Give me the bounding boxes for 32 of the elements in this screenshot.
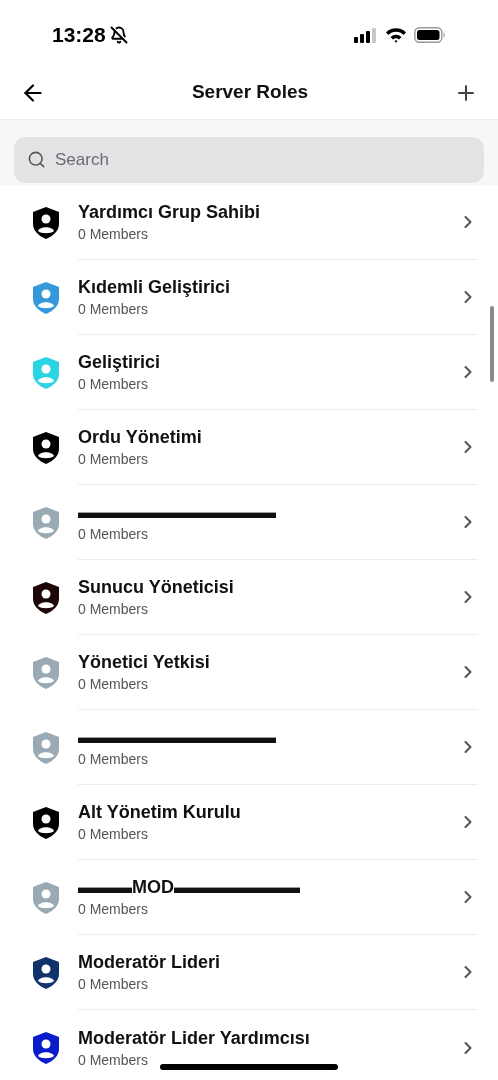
member-count: 0 Members [78,900,149,919]
role-name: Alt Yönetim Kurulu [78,801,241,824]
role-name: ▬▬▬MOD▬▬▬▬▬▬▬ [78,876,300,899]
member-count: 0 Members [78,675,149,694]
member-count: 0 Members [78,825,149,844]
role-name: Geliştirici [78,351,161,374]
member-count: 0 Members [78,750,149,769]
member-count: 0 Members [78,450,149,469]
page-title: Server Roles [191,80,309,105]
member-count: 0 Members [78,1050,149,1070]
role-name: Sunucu Yöneticisi [78,576,234,599]
role-name: Moderatör Lider Yardımcısı [78,1026,310,1050]
member-count: 0 Members [78,525,149,544]
role-name: ▬▬▬▬▬▬▬▬▬▬▬ [78,501,276,524]
member-count: 0 Members [78,225,149,244]
muted-bell-icon [109,26,128,44]
role-name: Kıdemli Geliştirici [78,276,231,299]
wifi-icon [385,27,407,43]
role-name: ▬▬▬▬▬▬▬▬▬▬▬ [78,726,276,749]
status-time: 13:28 [52,22,106,49]
role-name: Moderatör Lideri [78,951,220,974]
member-count: 0 Members [78,300,149,319]
role-name: Ordu Yönetimi [78,426,202,449]
search-icon [27,150,46,169]
member-count: 0 Members [78,975,149,994]
battery-icon [414,27,446,43]
search-field[interactable]: Search [14,137,484,183]
member-count: 0 Members [78,600,149,619]
role-name: Yardımcı Grup Sahibi [78,201,261,224]
member-count: 0 Members [78,375,149,394]
role-name: Yönetici Yetkisi [78,651,210,674]
signal-icon [354,27,378,43]
